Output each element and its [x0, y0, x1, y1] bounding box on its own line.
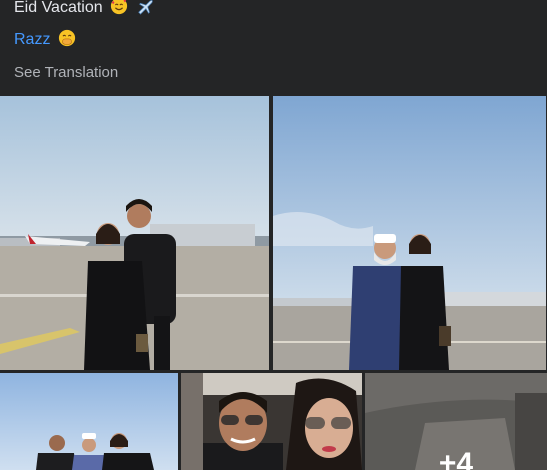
post-caption: Eid Vacation: [14, 0, 154, 18]
photo-1[interactable]: [0, 96, 269, 370]
photo-3[interactable]: [0, 373, 178, 470]
photo-3-image: [0, 373, 178, 470]
see-translation-link[interactable]: See Translation: [14, 63, 118, 83]
photo-1-image: [0, 96, 269, 370]
airplane-icon: [137, 0, 153, 15]
photo-4[interactable]: [181, 373, 362, 470]
photo-2-image: [273, 96, 546, 370]
more-photos-count[interactable]: +4: [365, 447, 547, 470]
smiling-face-with-hearts-icon: [111, 0, 128, 15]
tagged-person-link[interactable]: Razz: [14, 29, 76, 50]
tagged-person-name[interactable]: Razz: [14, 31, 50, 48]
photo-2[interactable]: [273, 96, 546, 370]
caption-text: Eid Vacation: [14, 0, 103, 16]
photo-5-more[interactable]: +4: [365, 373, 547, 470]
hand-over-mouth-icon: [58, 29, 76, 47]
photo-4-image: [181, 373, 362, 470]
